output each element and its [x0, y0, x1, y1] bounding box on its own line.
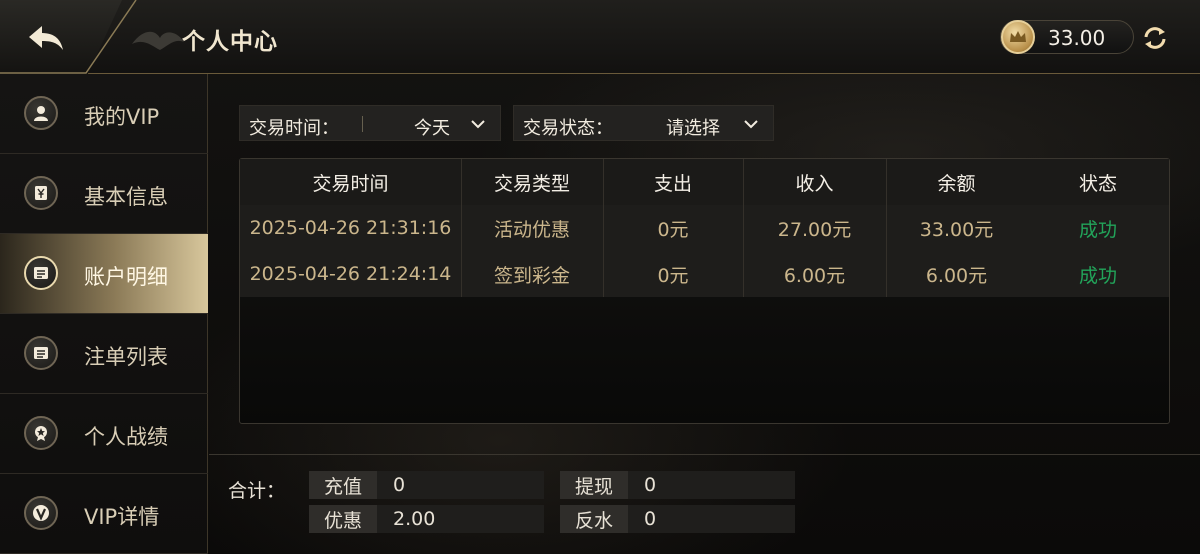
header-balance: 余额: [937, 172, 976, 195]
sidebar-item-label: 个人战绩: [84, 425, 168, 449]
sidebar-item-label: 我的VIP: [84, 105, 160, 129]
back-arrow-icon: [29, 26, 63, 50]
filter-separator: [362, 116, 363, 132]
summary-discount-key: 优惠: [309, 505, 377, 533]
summary-withdraw: 提现 0: [560, 471, 795, 499]
sidebar-item-label: 基本信息: [84, 185, 168, 209]
time-filter-dropdown[interactable]: 交易时间： 今天: [239, 105, 501, 141]
cell-type: 活动优惠: [493, 218, 570, 241]
crown-coin-icon: [1001, 20, 1035, 54]
summary-withdraw-key: 提现: [560, 471, 628, 499]
summary-recharge: 充值 0: [309, 471, 544, 499]
cell-time: 2025-04-26 21:24:14: [249, 263, 452, 285]
chevron-down-icon: [471, 120, 485, 129]
summary-divider: [209, 454, 1200, 455]
status-filter-dropdown[interactable]: 交易状态： 请选择: [513, 105, 774, 141]
sidebar-item-personal-record[interactable]: 个人战绩: [0, 394, 208, 474]
summary-recharge-key: 充值: [309, 471, 377, 499]
cell-status: 成功: [1078, 264, 1117, 287]
user-icon: [24, 96, 58, 130]
bat-emblem-icon: [132, 31, 184, 50]
table-row: 2025-04-26 21:24:14 签到彩金 0元 6.00元 6.00元 …: [240, 251, 1169, 297]
sidebar-item-basic-info[interactable]: 基本信息: [0, 154, 208, 234]
transactions-table: 交易时间 交易类型 支出 收入 余额 状态 2025-04-26 21:31:1…: [239, 158, 1170, 424]
page-title: 个人中心: [182, 29, 278, 55]
table-row: 2025-04-26 21:31:16 活动优惠 0元 27.00元 33.00…: [240, 205, 1169, 251]
list-icon: [24, 336, 58, 370]
summary-label: 合计：: [228, 480, 286, 502]
cell-income: 27.00元: [777, 218, 852, 241]
sidebar-item-my-vip[interactable]: 我的VIP: [0, 74, 208, 154]
chevron-down-icon: [744, 120, 758, 129]
medal-icon: [24, 416, 58, 450]
cell-time: 2025-04-26 21:31:16: [249, 217, 452, 239]
header-type: 交易类型: [493, 172, 570, 195]
summary-withdraw-value: 0: [644, 474, 657, 496]
cell-status: 成功: [1078, 218, 1117, 241]
summary-recharge-value: 0: [393, 474, 406, 496]
cell-income: 6.00元: [783, 264, 846, 287]
summary-discount: 优惠 2.00: [309, 505, 544, 533]
vip-v-icon: [24, 496, 58, 530]
status-filter-label: 交易状态：: [523, 118, 613, 139]
header-income: 收入: [795, 172, 834, 195]
back-button[interactable]: [22, 18, 70, 58]
column-divider: [603, 159, 604, 297]
table-header: 交易时间 交易类型 支出 收入 余额 状态: [240, 159, 1169, 205]
refresh-icon: [1144, 27, 1166, 49]
time-filter-value: 今天: [414, 118, 450, 139]
cell-balance: 33.00元: [919, 218, 994, 241]
column-divider: [461, 159, 462, 297]
header-status: 状态: [1078, 172, 1117, 195]
summary-rebate: 反水 0: [560, 505, 795, 533]
sidebar-item-label: 注单列表: [84, 345, 168, 369]
cell-expense: 0元: [657, 264, 689, 287]
column-divider: [886, 159, 887, 297]
summary-rebate-key: 反水: [560, 505, 628, 533]
header-time: 交易时间: [312, 172, 389, 195]
summary-rebate-value: 0: [644, 508, 657, 530]
sidebar-item-label: VIP详情: [84, 505, 160, 529]
time-filter-label: 交易时间：: [249, 118, 339, 139]
column-divider: [743, 159, 744, 297]
ledger-icon: [24, 256, 58, 290]
summary-discount-value: 2.00: [393, 508, 436, 530]
sidebar-item-account-details[interactable]: 账户明细: [0, 234, 208, 314]
cell-balance: 6.00元: [925, 264, 988, 287]
status-filter-value: 请选择: [666, 118, 720, 139]
cell-expense: 0元: [657, 218, 689, 241]
sidebar-item-vip-details[interactable]: VIP详情: [0, 474, 208, 554]
header-expense: 支出: [653, 172, 692, 195]
back-tab-edge: [0, 0, 137, 74]
refresh-button[interactable]: [1140, 24, 1170, 52]
sidebar-item-label: 账户明细: [84, 265, 168, 289]
balance-amount: 33.00: [1048, 26, 1106, 50]
yuan-card-icon: [24, 176, 58, 210]
sidebar-item-bet-list[interactable]: 注单列表: [0, 314, 208, 394]
sidebar: 我的VIP 基本信息 账户明细 注单列表 个人战绩 VIP详情: [0, 74, 208, 554]
top-bar: 个人中心 33.00: [0, 0, 1200, 74]
cell-type: 签到彩金: [493, 264, 570, 287]
